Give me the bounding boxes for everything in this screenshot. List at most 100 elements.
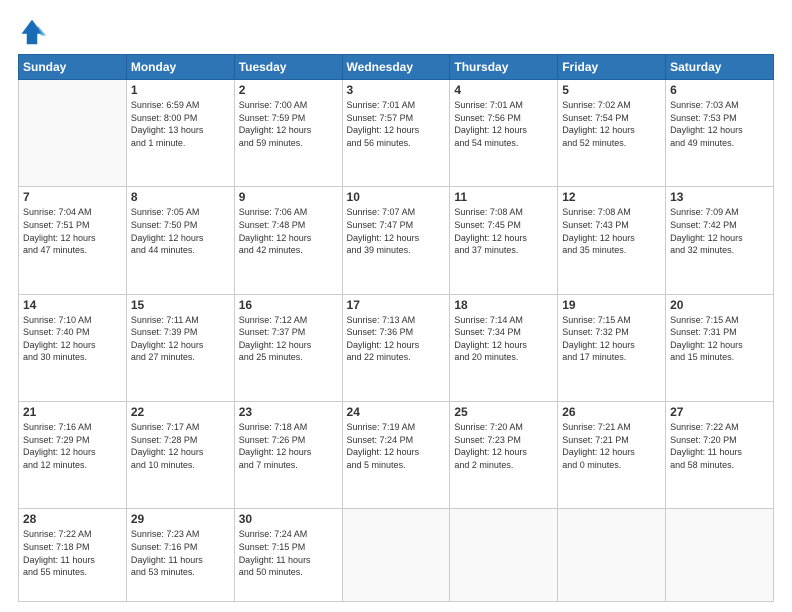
- day-info: Sunrise: 7:03 AM Sunset: 7:53 PM Dayligh…: [670, 99, 769, 149]
- day-info: Sunrise: 7:20 AM Sunset: 7:23 PM Dayligh…: [454, 421, 553, 471]
- weekday-header-tuesday: Tuesday: [234, 55, 342, 80]
- day-number: 28: [23, 512, 122, 526]
- day-number: 3: [347, 83, 446, 97]
- day-info: Sunrise: 7:04 AM Sunset: 7:51 PM Dayligh…: [23, 206, 122, 256]
- calendar-week-row: 14 Sunrise: 7:10 AM Sunset: 7:40 PM Dayli…: [19, 294, 774, 401]
- weekday-header-row: SundayMondayTuesdayWednesdayThursdayFrid…: [19, 55, 774, 80]
- calendar-cell: 25 Sunrise: 7:20 AM Sunset: 7:23 PM Dayli…: [450, 401, 558, 508]
- day-number: 30: [239, 512, 338, 526]
- calendar-cell: 24Sunrise: 7:19 AM Sunset: 7:24 PM Dayli…: [342, 401, 450, 508]
- calendar-cell: 10 Sunrise: 7:07 AM Sunset: 7:47 PM Dayli…: [342, 187, 450, 294]
- day-number: 11: [454, 190, 553, 204]
- day-info: Sunrise: 7:22 AM Sunset: 7:20 PM Dayligh…: [670, 421, 769, 471]
- weekday-header-sunday: Sunday: [19, 55, 127, 80]
- day-number: 27: [670, 405, 769, 419]
- calendar-cell: 12 Sunrise: 7:08 AM Sunset: 7:43 PM Dayli…: [558, 187, 666, 294]
- calendar-cell: [19, 80, 127, 187]
- day-number: 10: [347, 190, 446, 204]
- day-number: 16: [239, 298, 338, 312]
- day-number: 17: [347, 298, 446, 312]
- day-info: Sunrise: 7:13 AM Sunset: 7:36 PM Dayligh…: [347, 314, 446, 364]
- weekday-header-saturday: Saturday: [666, 55, 774, 80]
- weekday-header-monday: Monday: [126, 55, 234, 80]
- day-number: 22: [131, 405, 230, 419]
- day-number: 4: [454, 83, 553, 97]
- calendar-week-row: 21 Sunrise: 7:16 AM Sunset: 7:29 PM Dayli…: [19, 401, 774, 508]
- calendar-cell: 5 Sunrise: 7:02 AM Sunset: 7:54 PM Daylig…: [558, 80, 666, 187]
- day-number: 19: [562, 298, 661, 312]
- day-number: 8: [131, 190, 230, 204]
- day-info: Sunrise: 7:14 AM Sunset: 7:34 PM Dayligh…: [454, 314, 553, 364]
- day-info: Sunrise: 7:06 AM Sunset: 7:48 PM Dayligh…: [239, 206, 338, 256]
- day-info: Sunrise: 7:08 AM Sunset: 7:43 PM Dayligh…: [562, 206, 661, 256]
- day-info: Sunrise: 7:24 AM Sunset: 7:15 PM Dayligh…: [239, 528, 338, 578]
- calendar-cell: [342, 509, 450, 602]
- day-number: 13: [670, 190, 769, 204]
- day-info: Sunrise: 7:08 AM Sunset: 7:45 PM Dayligh…: [454, 206, 553, 256]
- calendar-cell: 19 Sunrise: 7:15 AM Sunset: 7:32 PM Dayli…: [558, 294, 666, 401]
- day-info: Sunrise: 6:59 AM Sunset: 8:00 PM Dayligh…: [131, 99, 230, 149]
- calendar-cell: [558, 509, 666, 602]
- day-info: Sunrise: 7:12 AM Sunset: 7:37 PM Dayligh…: [239, 314, 338, 364]
- day-number: 2: [239, 83, 338, 97]
- calendar-cell: 30 Sunrise: 7:24 AM Sunset: 7:15 PM Dayli…: [234, 509, 342, 602]
- calendar-cell: 6 Sunrise: 7:03 AM Sunset: 7:53 PM Daylig…: [666, 80, 774, 187]
- day-info: Sunrise: 7:02 AM Sunset: 7:54 PM Dayligh…: [562, 99, 661, 149]
- calendar-cell: 11 Sunrise: 7:08 AM Sunset: 7:45 PM Dayli…: [450, 187, 558, 294]
- day-info: Sunrise: 7:21 AM Sunset: 7:21 PM Dayligh…: [562, 421, 661, 471]
- day-number: 20: [670, 298, 769, 312]
- day-number: 6: [670, 83, 769, 97]
- logo-icon: [18, 18, 46, 46]
- day-info: Sunrise: 7:05 AM Sunset: 7:50 PM Dayligh…: [131, 206, 230, 256]
- calendar-cell: 7 Sunrise: 7:04 AM Sunset: 7:51 PM Daylig…: [19, 187, 127, 294]
- day-info: Sunrise: 7:11 AM Sunset: 7:39 PM Dayligh…: [131, 314, 230, 364]
- day-number: 21: [23, 405, 122, 419]
- weekday-header-thursday: Thursday: [450, 55, 558, 80]
- day-info: Sunrise: 7:10 AM Sunset: 7:40 PM Dayligh…: [23, 314, 122, 364]
- day-info: Sunrise: 7:17 AM Sunset: 7:28 PM Dayligh…: [131, 421, 230, 471]
- page: SundayMondayTuesdayWednesdayThursdayFrid…: [0, 0, 792, 612]
- day-number: 5: [562, 83, 661, 97]
- weekday-header-wednesday: Wednesday: [342, 55, 450, 80]
- day-number: 14: [23, 298, 122, 312]
- day-number: 25: [454, 405, 553, 419]
- calendar-cell: 15 Sunrise: 7:11 AM Sunset: 7:39 PM Dayli…: [126, 294, 234, 401]
- day-number: 24: [347, 405, 446, 419]
- header: [18, 18, 774, 46]
- calendar-cell: 9 Sunrise: 7:06 AM Sunset: 7:48 PM Daylig…: [234, 187, 342, 294]
- day-number: 23: [239, 405, 338, 419]
- calendar-cell: 13 Sunrise: 7:09 AM Sunset: 7:42 PM Dayli…: [666, 187, 774, 294]
- day-info: Sunrise: 7:07 AM Sunset: 7:47 PM Dayligh…: [347, 206, 446, 256]
- calendar-cell: 17 Sunrise: 7:13 AM Sunset: 7:36 PM Dayli…: [342, 294, 450, 401]
- calendar-week-row: 1Sunrise: 6:59 AM Sunset: 8:00 PM Daylig…: [19, 80, 774, 187]
- day-number: 7: [23, 190, 122, 204]
- day-info: Sunrise: 7:23 AM Sunset: 7:16 PM Dayligh…: [131, 528, 230, 578]
- calendar-cell: 2Sunrise: 7:00 AM Sunset: 7:59 PM Daylig…: [234, 80, 342, 187]
- day-number: 12: [562, 190, 661, 204]
- day-number: 15: [131, 298, 230, 312]
- calendar-cell: 21 Sunrise: 7:16 AM Sunset: 7:29 PM Dayli…: [19, 401, 127, 508]
- day-info: Sunrise: 7:01 AM Sunset: 7:57 PM Dayligh…: [347, 99, 446, 149]
- calendar-table: SundayMondayTuesdayWednesdayThursdayFrid…: [18, 54, 774, 602]
- calendar-cell: 23 Sunrise: 7:18 AM Sunset: 7:26 PM Dayli…: [234, 401, 342, 508]
- day-info: Sunrise: 7:09 AM Sunset: 7:42 PM Dayligh…: [670, 206, 769, 256]
- weekday-header-friday: Friday: [558, 55, 666, 80]
- day-number: 18: [454, 298, 553, 312]
- calendar-cell: 26 Sunrise: 7:21 AM Sunset: 7:21 PM Dayli…: [558, 401, 666, 508]
- day-info: Sunrise: 7:16 AM Sunset: 7:29 PM Dayligh…: [23, 421, 122, 471]
- calendar-cell: 18 Sunrise: 7:14 AM Sunset: 7:34 PM Dayli…: [450, 294, 558, 401]
- day-number: 29: [131, 512, 230, 526]
- day-number: 9: [239, 190, 338, 204]
- day-number: 26: [562, 405, 661, 419]
- day-info: Sunrise: 7:15 AM Sunset: 7:31 PM Dayligh…: [670, 314, 769, 364]
- calendar-cell: 29 Sunrise: 7:23 AM Sunset: 7:16 PM Dayli…: [126, 509, 234, 602]
- logo: [18, 18, 50, 46]
- day-info: Sunrise: 7:15 AM Sunset: 7:32 PM Dayligh…: [562, 314, 661, 364]
- day-info: Sunrise: 7:18 AM Sunset: 7:26 PM Dayligh…: [239, 421, 338, 471]
- calendar-week-row: 28Sunrise: 7:22 AM Sunset: 7:18 PM Dayli…: [19, 509, 774, 602]
- day-info: Sunrise: 7:01 AM Sunset: 7:56 PM Dayligh…: [454, 99, 553, 149]
- calendar-cell: 20 Sunrise: 7:15 AM Sunset: 7:31 PM Dayli…: [666, 294, 774, 401]
- calendar-cell: 27 Sunrise: 7:22 AM Sunset: 7:20 PM Dayli…: [666, 401, 774, 508]
- calendar-cell: 8 Sunrise: 7:05 AM Sunset: 7:50 PM Daylig…: [126, 187, 234, 294]
- calendar-cell: [666, 509, 774, 602]
